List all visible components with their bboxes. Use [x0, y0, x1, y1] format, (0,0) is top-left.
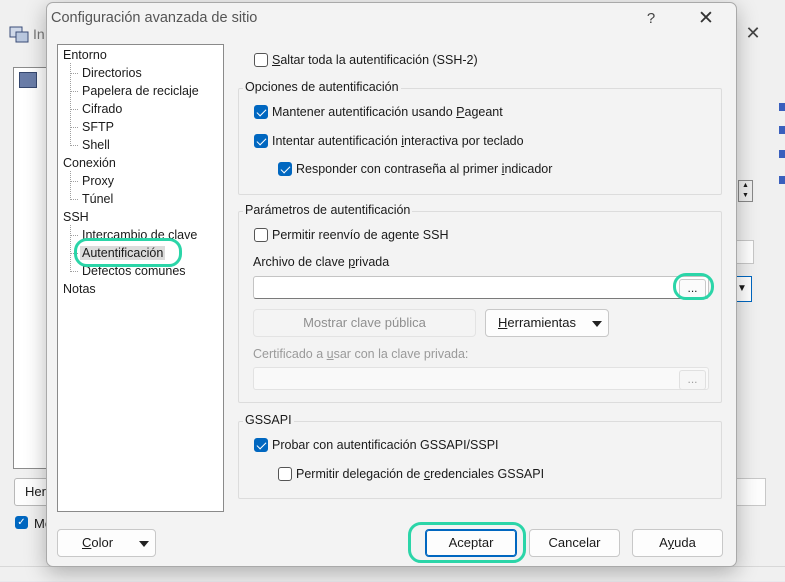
- tree-line: [70, 63, 71, 146]
- category-tree[interactable]: Entorno Directorios Papelera de reciclaj…: [57, 44, 224, 512]
- tree-item-shell[interactable]: Shell: [82, 137, 110, 154]
- gssapi-try-checkbox[interactable]: [254, 438, 268, 452]
- pageant-checkbox[interactable]: [254, 105, 268, 119]
- private-key-browse-button[interactable]: ...: [679, 279, 706, 299]
- tree-line: [70, 235, 78, 236]
- background-button[interactable]: Her: [14, 478, 50, 506]
- tree-line: [70, 253, 78, 254]
- tree-item-label: Shell: [82, 138, 110, 152]
- background-button-right[interactable]: [737, 478, 766, 506]
- background-close-icon[interactable]: ✕: [742, 22, 764, 44]
- session-icon: [19, 72, 37, 88]
- certificate-browse-button[interactable]: ...: [679, 370, 706, 390]
- tree-line: [70, 199, 78, 200]
- background-field[interactable]: [737, 240, 754, 264]
- tree-item-label: Intercambio de clave: [82, 228, 198, 242]
- tree-item-label: Túnel: [82, 192, 114, 206]
- tools-dropdown-button[interactable]: Herramientas: [485, 309, 609, 337]
- tree-item-label: Papelera de reciclaje: [82, 84, 199, 98]
- tree-item-cifrado[interactable]: Cifrado: [82, 101, 122, 118]
- tree-item-defectos-comunes[interactable]: Defectos comunes: [82, 263, 186, 280]
- cancel-button[interactable]: Cancelar: [529, 529, 620, 557]
- skip-auth-label: Saltar toda la autentificación (SSH-2): [272, 53, 478, 67]
- tree-line: [70, 91, 78, 92]
- tree-item-notas[interactable]: Notas: [63, 281, 96, 298]
- gssapi-delegate-label: Permitir delegación de credenciales GSSA…: [296, 467, 545, 481]
- skip-auth-checkbox[interactable]: [254, 53, 268, 67]
- tree-line: [70, 225, 71, 272]
- keyboard-interactive-label: Intentar autentificación interactiva por…: [272, 134, 524, 148]
- accept-button[interactable]: Aceptar: [425, 529, 517, 557]
- pageant-label: Mantener autentificación usando Pageant: [272, 105, 503, 119]
- background-checkbox[interactable]: ✓: [15, 516, 28, 529]
- tree-item-label: Autentificación: [80, 246, 166, 260]
- help-icon[interactable]: ?: [641, 8, 661, 30]
- tree-item-label: SSH: [63, 210, 89, 224]
- tree-line: [70, 145, 78, 146]
- auth-params-title: Parámetros de autentificación: [243, 203, 413, 217]
- gssapi-group: [238, 421, 722, 499]
- background-window-title: In: [33, 26, 45, 42]
- putty-app-icon: [9, 26, 29, 43]
- tree-item-label: Proxy: [82, 174, 114, 188]
- tree-line: [70, 171, 71, 200]
- tree-item-label: Entorno: [63, 48, 107, 62]
- tree-item-autentificacion[interactable]: Autentificación: [80, 245, 166, 262]
- auth-options-title: Opciones de autentificación: [243, 80, 401, 94]
- gssapi-title: GSSAPI: [243, 413, 294, 427]
- tree-item-intercambio-clave[interactable]: Intercambio de clave: [82, 227, 197, 244]
- show-public-key-button[interactable]: Mostrar clave pública: [253, 309, 476, 337]
- chevron-down-icon: [592, 321, 602, 327]
- tree-item-label: Conexión: [63, 156, 116, 170]
- background-accent: [779, 126, 785, 134]
- tree-line: [70, 127, 78, 128]
- private-key-label: Archivo de clave privada: [253, 255, 390, 269]
- tree-item-entorno[interactable]: Entorno: [63, 47, 107, 64]
- tree-item-papelera[interactable]: Papelera de reciclaje: [82, 83, 199, 100]
- gssapi-delegate-checkbox[interactable]: [278, 467, 292, 481]
- background-accent: [779, 150, 785, 158]
- certificate-label: Certificado a usar con la clave privada:: [253, 347, 469, 361]
- gssapi-try-label: Probar con autentificación GSSAPI/SSPI: [272, 438, 499, 452]
- agent-forward-label: Permitir reenvío de agente SSH: [272, 228, 449, 242]
- background-checkbox-label: Mo: [34, 516, 46, 531]
- tree-line: [70, 109, 78, 110]
- tree-item-conexion[interactable]: Conexión: [63, 155, 116, 172]
- respond-password-label: Responder con contraseña al primer indic…: [296, 162, 553, 176]
- tree-item-tunel[interactable]: Túnel: [82, 191, 113, 208]
- chevron-down-icon: [139, 541, 149, 547]
- tree-item-directorios[interactable]: Directorios: [82, 65, 142, 82]
- background-spinner[interactable]: ▲ ▼: [738, 180, 753, 202]
- tree-line: [70, 181, 78, 182]
- background-accent: [779, 176, 785, 184]
- close-icon[interactable]: ✕: [692, 7, 720, 31]
- background-accent: [779, 103, 785, 111]
- agent-forward-checkbox[interactable]: [254, 228, 268, 242]
- tree-item-sftp[interactable]: SFTP: [82, 119, 114, 136]
- tree-line: [70, 271, 78, 272]
- tree-line: [70, 73, 78, 74]
- background-bottom-bar: [0, 566, 785, 582]
- keyboard-interactive-checkbox[interactable]: [254, 134, 268, 148]
- help-button[interactable]: Ayuda: [632, 529, 723, 557]
- tree-item-label: Defectos comunes: [82, 264, 186, 278]
- certificate-input[interactable]: [253, 367, 709, 390]
- tree-item-label: Cifrado: [82, 102, 123, 116]
- tree-item-proxy[interactable]: Proxy: [82, 173, 114, 190]
- respond-password-checkbox[interactable]: [278, 162, 292, 176]
- color-dropdown-button[interactable]: Color: [57, 529, 156, 557]
- advanced-site-settings-dialog: Configuración avanzada de sitio ? ✕ Ento…: [46, 2, 737, 567]
- tree-item-label: SFTP: [82, 120, 114, 134]
- dialog-title: Configuración avanzada de sitio: [51, 10, 258, 26]
- tree-item-ssh[interactable]: SSH: [63, 209, 89, 226]
- private-key-input[interactable]: [253, 276, 709, 299]
- tree-item-label: Directorios: [82, 66, 142, 80]
- tree-item-label: Notas: [63, 282, 96, 296]
